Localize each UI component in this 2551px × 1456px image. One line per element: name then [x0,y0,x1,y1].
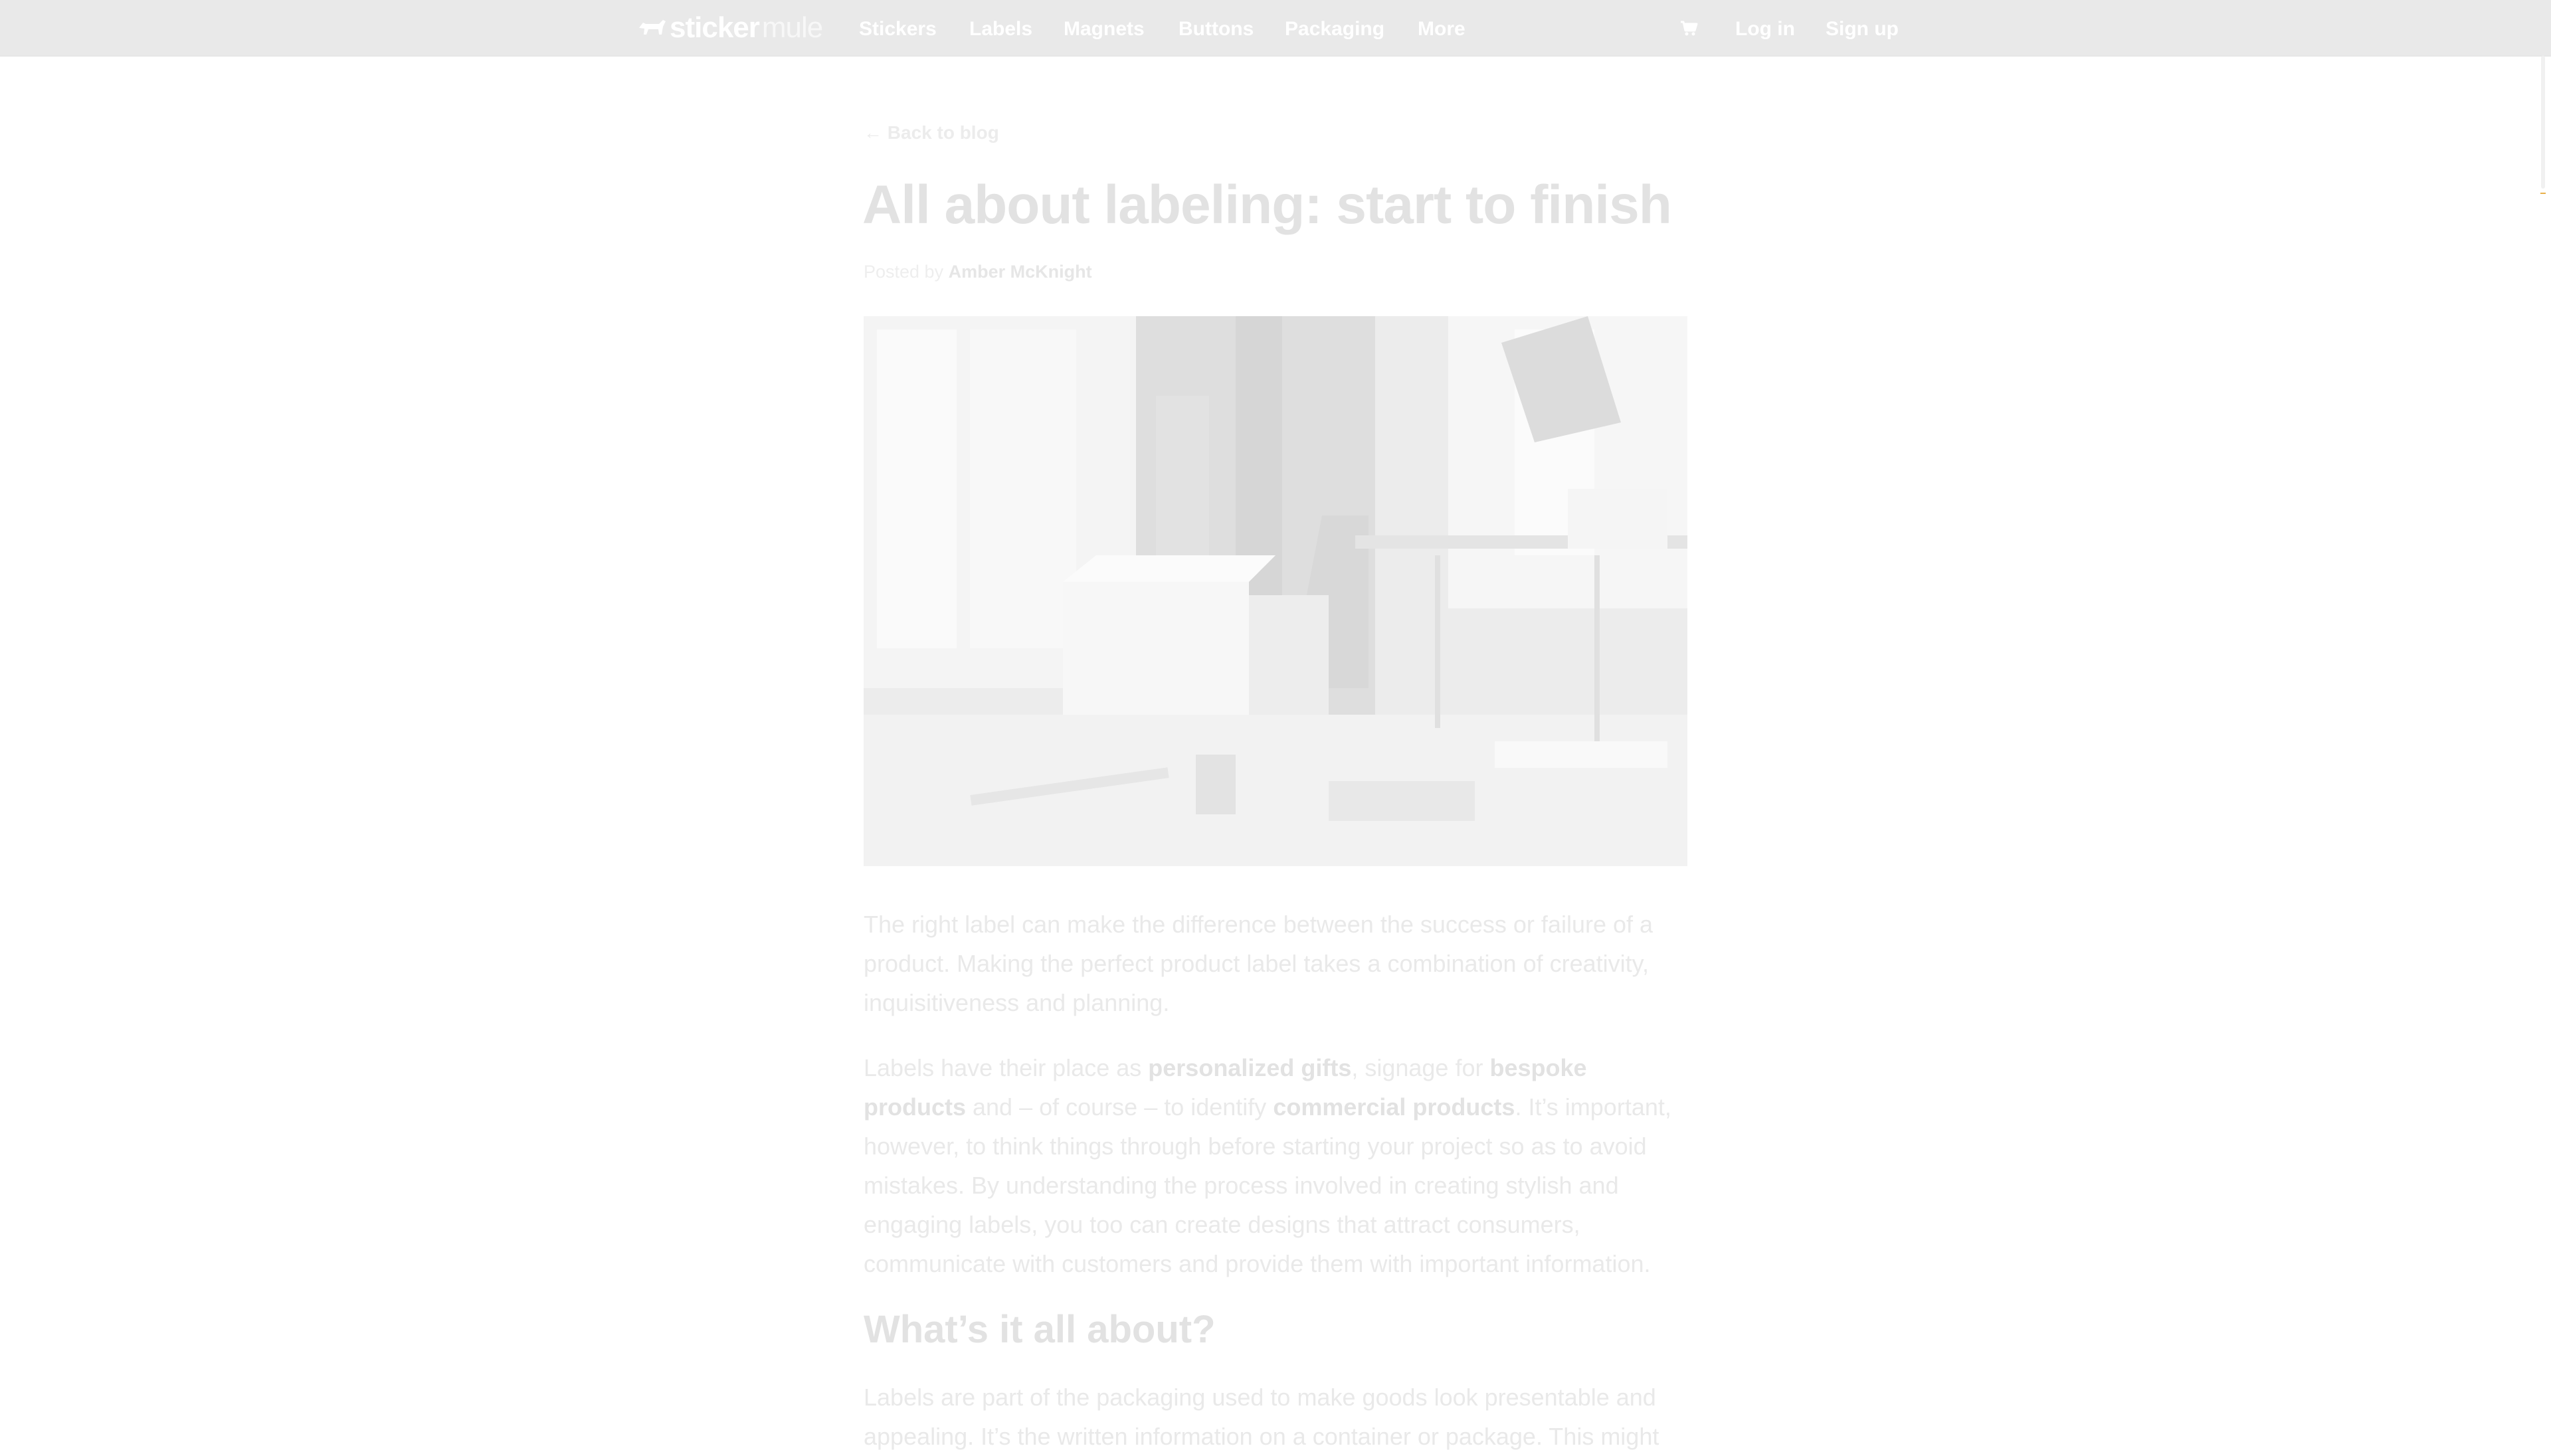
nav-magnets[interactable]: Magnets [1064,16,1145,43]
brand-name-sticker: sticker [670,11,760,44]
personalized-gifts-link[interactable]: personalized gifts [1148,1054,1351,1081]
p2-text-4: . It’s important, however, to think thin… [864,1093,1671,1277]
cart-icon[interactable] [1679,19,1698,37]
intro-paragraph: The right label can make the difference … [864,911,1653,1016]
person-packing-boxes-photo [864,316,1687,866]
p2-text-2: , signage for [1351,1054,1490,1081]
back-to-blog-link[interactable]: ← Back to blog [864,122,999,143]
nav-buttons[interactable]: Buttons [1179,16,1254,43]
section-heading: What’s it all about? [864,1308,1216,1351]
brand-name-mule: mule [761,11,823,44]
scrollbar-thumb[interactable] [2541,56,2545,189]
labels-paragraph: Labels have their place as personalized … [864,1048,1694,1283]
p2-text-1: Labels have their place as [864,1054,1149,1081]
scroll-marker [2540,190,2546,194]
section-paragraph: Labels are part of the packaging used to… [864,1384,1659,1450]
nav-more[interactable]: More [1418,16,1465,43]
article-title: All about labeling: start to finish [862,175,1672,235]
commercial-products-link[interactable]: commercial products [1273,1093,1515,1121]
mule-logo-icon [639,20,666,35]
stickermule-logo[interactable]: sticker mule [636,11,823,45]
nav-stickers[interactable]: Stickers [859,16,937,43]
login-link[interactable]: Log in [1735,16,1795,43]
author-link[interactable]: Amber McKnight [949,262,1092,282]
byline-prefix: Posted by [864,262,944,282]
top-navigation-bar: sticker mule Stickers Labels Magnets Butt… [0,0,2551,56]
byline: Posted by Amber McKnight [864,262,1092,282]
p2-text-3: and – of course – to identify [966,1093,1274,1121]
nav-labels[interactable]: Labels [969,16,1032,43]
hero-image [864,316,1687,866]
nav-packaging[interactable]: Packaging [1285,16,1384,43]
signup-link[interactable]: Sign up [1826,16,1899,43]
